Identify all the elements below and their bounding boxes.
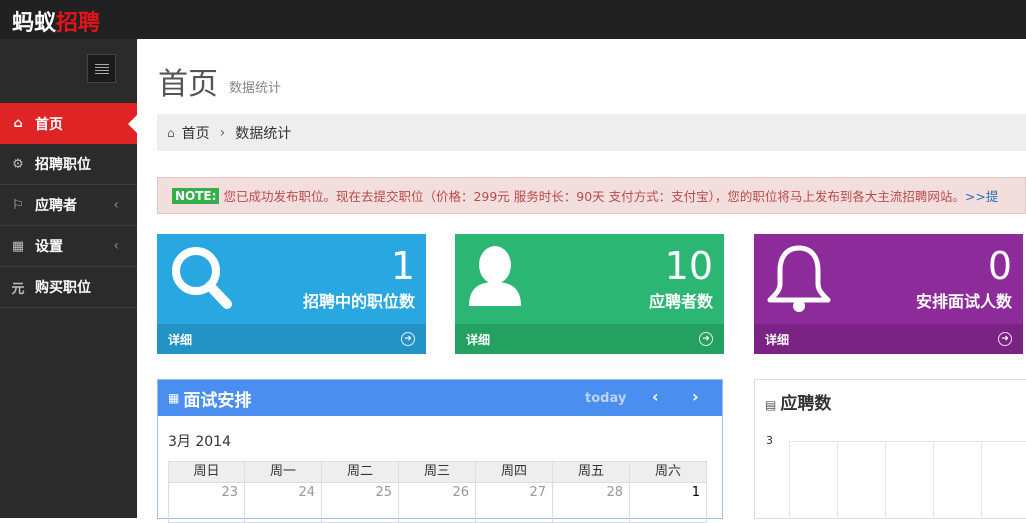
stat-detail-link[interactable]: 详细 ➜ (157, 324, 426, 354)
weekday-header-row: 周日 周一 周二 周三 周四 周五 周六 (168, 461, 713, 483)
stat-value: 1 (390, 244, 415, 288)
calendar-day[interactable]: 24 (245, 483, 322, 523)
chevron-left-icon: ‹ (113, 197, 119, 213)
weekday-header: 周一 (245, 461, 322, 483)
sidebar-item-label: 招聘职位 (35, 157, 91, 173)
calendar-week-row: 23 24 25 26 27 28 1 (168, 483, 713, 523)
calendar-day[interactable]: 26 (399, 483, 476, 523)
stat-card-interviews: 0 安排面试人数 详细 ➜ (754, 234, 1023, 354)
detail-label: 详细 (168, 332, 193, 347)
arrow-circle-right-icon: ➜ (401, 332, 415, 346)
calendar-icon: ▦ (168, 391, 180, 405)
home-icon: ⌂ (13, 116, 23, 131)
sidebar-item-applicants[interactable]: ⚐ 应聘者 ‹ (0, 185, 137, 226)
bell-icon (767, 245, 831, 312)
breadcrumb-current: 数据统计 (235, 125, 292, 142)
calendar-grid: 周日 周一 周二 周三 周四 周五 周六 23 24 25 26 27 28 1 (168, 461, 713, 523)
stat-label: 应聘者数 (648, 292, 713, 311)
arrow-circle-right-icon: ➜ (699, 332, 713, 346)
grid-line (981, 441, 982, 519)
panel-title-text: 应聘数 (780, 394, 832, 414)
top-bar: 蚂蚁招聘 (0, 0, 1026, 39)
calendar-month: 3月 2014 (168, 434, 231, 450)
calendar-day[interactable]: 27 (476, 483, 553, 523)
sidebar-item-jobs[interactable]: ⚙ 招聘职位 (0, 144, 137, 185)
bar-chart-icon: ▤ (765, 398, 777, 412)
weekday-header: 周三 (399, 461, 476, 483)
breadcrumb-separator: › (219, 124, 226, 141)
stat-card-jobs: 1 招聘中的职位数 详细 ➜ (157, 234, 426, 354)
bookmark-icon: ⚐ (12, 197, 24, 213)
sidebar: ⌂ 首页 ⚙ 招聘职位 ⚐ 应聘者 ‹ ▦ 设置 ‹ 元 购买职位 (0, 39, 137, 518)
sidebar-toggle-button[interactable] (87, 54, 116, 83)
calendar-day[interactable]: 25 (322, 483, 399, 523)
applicants-chart-panel: ▤ 应聘数 3 (754, 379, 1026, 519)
page-subtitle: 数据统计 (229, 81, 282, 96)
today-button[interactable]: today (585, 391, 626, 406)
y-axis-tick: 3 (766, 434, 773, 447)
stat-value: 10 (664, 244, 713, 288)
panel-title: ▤ 应聘数 (765, 389, 831, 414)
grid-line (933, 441, 934, 519)
notice-banner: NOTE: 您已成功发布职位。现在去提交职位（价格：299元 服务时长：90天 … (157, 177, 1026, 214)
detail-label: 详细 (466, 332, 491, 347)
sidebar-item-settings[interactable]: ▦ 设置 ‹ (0, 226, 137, 267)
sidebar-item-label: 首页 (35, 116, 63, 133)
stat-detail-link[interactable]: 详细 ➜ (455, 324, 724, 354)
gift-icon: ▦ (11, 238, 25, 254)
sidebar-item-buy[interactable]: 元 购买职位 (0, 267, 137, 308)
sidebar-nav: ⌂ 首页 ⚙ 招聘职位 ⚐ 应聘者 ‹ ▦ 设置 ‹ 元 购买职位 (0, 103, 137, 308)
weekday-header: 周四 (476, 461, 553, 483)
weekday-header: 周二 (322, 461, 399, 483)
arrow-circle-right-icon: ➜ (998, 332, 1012, 346)
weekday-header: 周五 (553, 461, 630, 483)
stat-label: 招聘中的职位数 (302, 292, 415, 311)
sidebar-item-label: 购买职位 (35, 280, 91, 296)
chart-grid (789, 441, 1026, 519)
prev-month-button[interactable]: ‹ (652, 387, 659, 406)
search-icon (172, 247, 232, 309)
submit-link[interactable]: >>提 (965, 186, 998, 205)
logo[interactable]: 蚂蚁招聘 (12, 5, 100, 37)
calendar-day[interactable]: 28 (553, 483, 630, 523)
sidebar-item-home[interactable]: ⌂ 首页 (0, 103, 137, 144)
chevron-left-icon: ‹ (113, 238, 119, 254)
user-icon (469, 246, 521, 306)
breadcrumb: ⌂ 首页 › 数据统计 (157, 114, 1026, 151)
stat-value: 0 (987, 244, 1012, 288)
grid-line (837, 441, 838, 519)
stat-label: 安排面试人数 (915, 292, 1012, 311)
grid-line (789, 441, 790, 519)
detail-label: 详细 (765, 332, 790, 347)
cogs-icon: ⚙ (12, 156, 24, 172)
stat-card-applicants: 10 应聘者数 详细 ➜ (455, 234, 724, 354)
notice-text: 您已成功发布职位。现在去提交职位（价格：299元 服务时长：90天 支付方式：支… (223, 189, 965, 204)
grid-line (885, 441, 886, 519)
sidebar-item-label: 应聘者 (35, 198, 77, 214)
note-badge: NOTE: (172, 187, 220, 204)
next-month-button[interactable]: › (692, 387, 699, 406)
calendar-title: 面试安排 (183, 390, 252, 411)
sidebar-item-label: 设置 (35, 239, 63, 255)
weekday-header: 周六 (630, 461, 707, 483)
home-icon: ⌂ (167, 125, 175, 140)
calendar-day[interactable]: 23 (168, 483, 245, 523)
breadcrumb-home-link[interactable]: 首页 (182, 123, 210, 143)
grid-line (789, 441, 1026, 442)
page-title: 首页 (158, 67, 218, 102)
calendar-header: ▦ 面试安排 today ‹ › (158, 380, 722, 416)
stat-detail-link[interactable]: 详细 ➜ (754, 324, 1023, 354)
interview-calendar: ▦ 面试安排 today ‹ › 3月 2014 周日 周一 周二 周三 周四 … (157, 379, 723, 523)
main-content: 首页 数据统计 ⌂ 首页 › 数据统计 NOTE: 您已成功发布职位。现在去提交… (137, 39, 1026, 523)
calendar-day[interactable]: 1 (630, 483, 707, 523)
yuan-icon: 元 (11, 281, 25, 297)
weekday-header: 周日 (168, 461, 245, 483)
